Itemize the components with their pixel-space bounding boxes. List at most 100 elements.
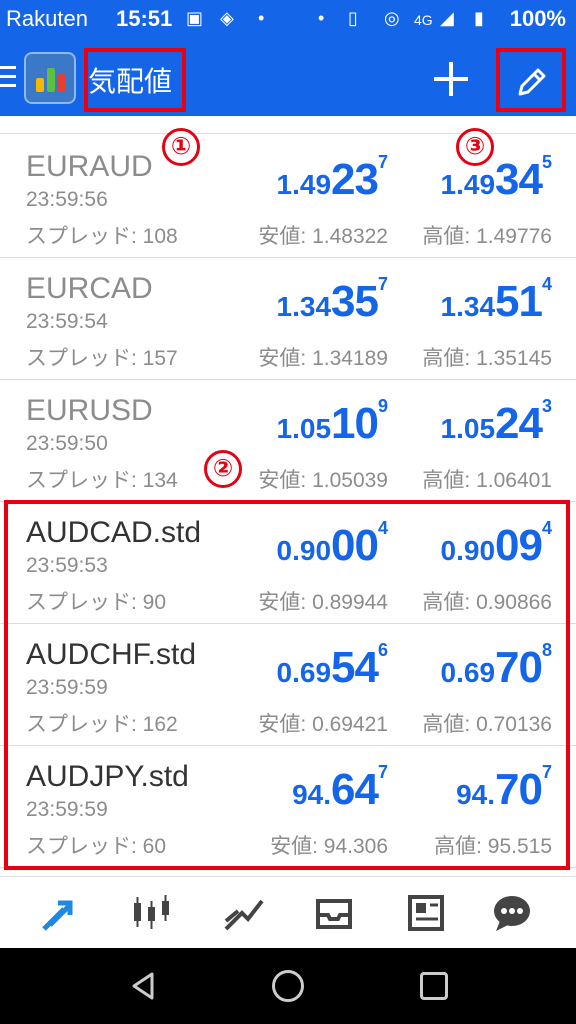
status-bar: Rakuten 15:51 ▣ ◈ • • ▯ ◎ 4G ◢ ▮ 100% xyxy=(0,0,576,40)
quote-row[interactable]: EURCAD 23:59:54 スプレッド: 157 1.34357 1.345… xyxy=(0,258,576,380)
quote-row[interactable]: AUDCAD.std 23:59:53 スプレッド: 90 0.90004 0.… xyxy=(0,502,576,624)
dot-icon: • xyxy=(258,8,265,28)
location-icon: ◈ xyxy=(220,8,234,28)
ask-fraction: 7 xyxy=(541,762,552,782)
spread-value: スプレッド: 157 xyxy=(26,347,178,370)
bid-pips: 64 xyxy=(331,765,379,814)
spread-value: スプレッド: 90 xyxy=(26,591,167,614)
system-navigation-bar xyxy=(0,948,576,1024)
high-value: 高値: 95.515 xyxy=(434,835,552,858)
ask-pips: 09 xyxy=(495,521,543,570)
recents-icon[interactable] xyxy=(420,972,448,1000)
bid-prefix: 94. xyxy=(292,779,332,810)
ask-prefix: 1.49 xyxy=(440,169,496,200)
ask-pips: 51 xyxy=(495,277,543,326)
symbol-name: EURAUD xyxy=(26,150,153,183)
ask-fraction: 8 xyxy=(541,640,552,660)
signal-icon: ◢ xyxy=(440,8,454,28)
back-icon[interactable] xyxy=(128,970,160,1002)
bid-pips: 23 xyxy=(331,155,379,204)
ask-pips: 70 xyxy=(495,643,543,692)
ask-price[interactable]: 1.34514 xyxy=(441,274,552,327)
ask-price[interactable]: 0.90094 xyxy=(441,518,552,571)
quote-time: 23:59:59 xyxy=(26,798,108,821)
bottom-navigation xyxy=(0,876,576,948)
mt-logo xyxy=(24,52,76,104)
low-value: 安値: 0.69421 xyxy=(258,713,388,736)
bid-prefix: 0.90 xyxy=(276,535,332,566)
quote-row[interactable]: AUDCHF.std 23:59:59 スプレッド: 162 0.69546 0… xyxy=(0,624,576,746)
bid-price[interactable]: 1.05109 xyxy=(277,396,388,449)
bid-fraction: 6 xyxy=(377,640,388,660)
bid-fraction: 7 xyxy=(377,762,388,782)
symbol-name: AUDCAD.std xyxy=(26,516,202,549)
ask-fraction: 4 xyxy=(541,518,552,538)
ask-fraction: 5 xyxy=(541,152,552,172)
quotes-icon[interactable] xyxy=(36,889,84,937)
symbol-name: EURUSD xyxy=(26,394,153,427)
low-value: 安値: 0.89944 xyxy=(258,591,388,614)
ask-pips: 70 xyxy=(495,765,543,814)
symbol-name: AUDCHF.std xyxy=(26,638,197,671)
ask-prefix: 0.69 xyxy=(440,657,496,688)
ask-pips: 24 xyxy=(495,399,543,448)
annotation-marker-2: ② xyxy=(204,450,242,488)
symbol-name: AUDJPY.std xyxy=(26,760,189,793)
news-icon[interactable] xyxy=(402,889,450,937)
battery-icon: ▮ xyxy=(474,8,484,28)
bid-price[interactable]: 0.90004 xyxy=(277,518,388,571)
low-value: 安値: 94.306 xyxy=(270,835,388,858)
low-value: 安値: 1.34189 xyxy=(258,347,388,370)
symbol-name: EURCAD xyxy=(26,272,153,305)
spread-value: スプレッド: 60 xyxy=(26,835,167,858)
high-value: 高値: 1.35145 xyxy=(422,347,552,370)
spread-value: スプレッド: 108 xyxy=(26,225,178,248)
ask-price[interactable]: 94.707 xyxy=(456,762,552,815)
bid-price[interactable]: 94.647 xyxy=(292,762,388,815)
ask-prefix: 1.05 xyxy=(440,413,496,444)
bid-pips: 54 xyxy=(331,643,379,692)
bid-price[interactable]: 0.69546 xyxy=(277,640,388,693)
ask-prefix: 1.34 xyxy=(440,291,496,322)
annotation-marker-3: ③ xyxy=(456,128,494,166)
quote-time: 23:59:59 xyxy=(26,676,108,699)
trade-icon[interactable] xyxy=(220,889,268,937)
high-value: 高値: 1.49776 xyxy=(422,225,552,248)
history-icon[interactable] xyxy=(310,889,358,937)
bid-price[interactable]: 1.34357 xyxy=(277,274,388,327)
quote-list: EURAUD 23:59:56 スプレッド: 108 1.49237 1.493… xyxy=(0,116,576,876)
chat-icon[interactable] xyxy=(488,889,536,937)
bid-prefix: 0.69 xyxy=(276,657,332,688)
quote-row[interactable]: AUDJPY.std 23:59:59 スプレッド: 60 94.647 94.… xyxy=(0,746,576,868)
chart-icon[interactable] xyxy=(128,889,176,937)
bid-pips: 00 xyxy=(331,521,379,570)
bid-fraction: 7 xyxy=(377,152,388,172)
network-label: 4G xyxy=(414,12,433,28)
ask-price[interactable]: 1.49345 xyxy=(441,152,552,205)
high-value: 高値: 0.90866 xyxy=(422,591,552,614)
home-icon[interactable] xyxy=(272,970,304,1002)
ask-price[interactable]: 1.05243 xyxy=(441,396,552,449)
hotspot-icon: ◎ xyxy=(384,8,400,28)
spread-value: スプレッド: 162 xyxy=(26,713,178,736)
quote-time: 23:59:50 xyxy=(26,432,108,455)
hamburger-menu-icon[interactable] xyxy=(0,66,16,90)
ask-fraction: 3 xyxy=(541,396,552,416)
edit-pencil-icon[interactable] xyxy=(514,64,550,100)
ask-price[interactable]: 0.69708 xyxy=(441,640,552,693)
bid-price[interactable]: 1.49237 xyxy=(277,152,388,205)
high-value: 高値: 0.70136 xyxy=(422,713,552,736)
low-value: 安値: 1.05039 xyxy=(258,469,388,492)
spread-value: スプレッド: 134 xyxy=(26,469,178,492)
high-value: 高値: 1.06401 xyxy=(422,469,552,492)
quote-row[interactable]: EURUSD 23:59:50 スプレッド: 134 1.05109 1.052… xyxy=(0,380,576,502)
carrier-label: Rakuten xyxy=(6,6,88,31)
ask-fraction: 4 xyxy=(541,274,552,294)
gallery-icon: ▣ xyxy=(186,8,204,28)
vibrate-icon: ▯ xyxy=(348,8,358,28)
list-item-partial[interactable] xyxy=(0,116,576,134)
ask-prefix: 0.90 xyxy=(440,535,496,566)
add-symbol-button[interactable] xyxy=(426,54,476,104)
page-title: 気配値 xyxy=(88,66,173,97)
bid-prefix: 1.49 xyxy=(276,169,332,200)
